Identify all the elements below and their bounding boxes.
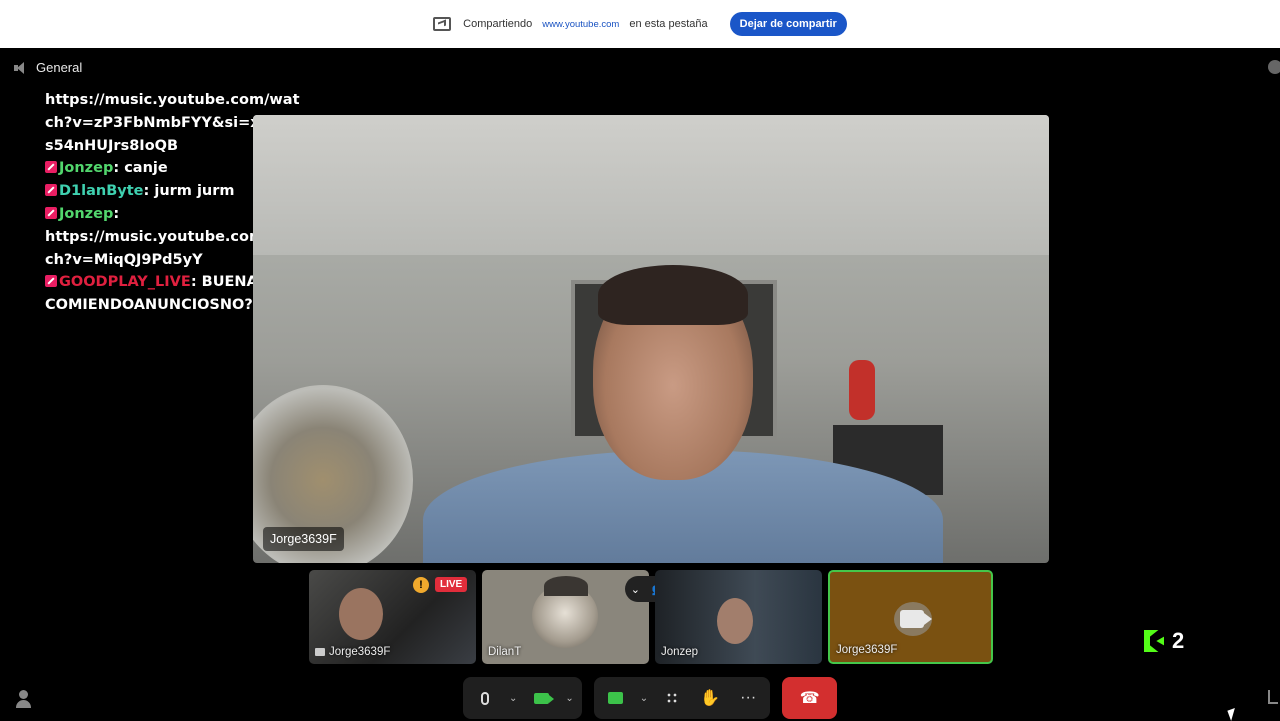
speaker-icon (14, 61, 28, 75)
tile-name-text: Jorge3639F (329, 646, 391, 658)
chat-username: Jonzep (59, 205, 114, 222)
tile-name: Jorge3639F (836, 644, 898, 656)
moderator-badge-icon (45, 206, 57, 219)
moderator-badge-icon (45, 275, 57, 288)
chat-text: https://music.youtube.com/wat (45, 92, 300, 108)
video-camera-icon (533, 692, 554, 704)
voice-channel-header: General (14, 60, 82, 75)
live-badge: LIVE (435, 577, 468, 592)
screen-share-button[interactable] (602, 684, 630, 712)
chat-username: Jonzep (59, 160, 114, 177)
participant-tile[interactable]: DilanT (482, 570, 649, 664)
channel-name: General (36, 60, 83, 75)
viewer-count: 2 (1172, 628, 1185, 653)
moderator-badge-icon (45, 184, 57, 197)
participant-tile-active[interactable]: Jorge3639F (828, 570, 993, 664)
fullscreen-icon[interactable] (1268, 690, 1278, 704)
cat-avatar (532, 576, 598, 648)
soundboard-button[interactable]: ✋ (696, 684, 724, 712)
chevron-down-icon[interactable]: ⌄ (640, 693, 648, 704)
chevron-down-icon[interactable]: ⌄ (509, 693, 517, 704)
warning-icon[interactable]: ! (413, 577, 429, 593)
more-button[interactable]: ··· (734, 684, 762, 712)
screen-share-icon (433, 17, 452, 31)
chevron-down-icon[interactable]: ⌄ (565, 693, 573, 704)
chat-separator: : (143, 183, 155, 200)
hangup-button[interactable]: ☎ (782, 677, 838, 719)
chevron-down-icon[interactable]: ⌄ (631, 583, 640, 596)
chat-text: s54nHUJrs8IoQB (45, 137, 179, 154)
video-person-hair (598, 265, 748, 325)
tab-label: en esta pestaña (629, 18, 708, 30)
participant-name-label: Jorge3639F (263, 527, 344, 551)
video-ceiling (253, 115, 1049, 255)
call-controls: ⌄ ⌄ ⌄ ✋ ··· ☎ (463, 677, 838, 719)
activities-button[interactable] (658, 684, 686, 712)
soundboard-icon: ✋ (700, 690, 721, 707)
video-camera-icon (900, 610, 932, 628)
chat-text: jurm jurm (154, 183, 235, 200)
tile-name: Jonzep (661, 646, 699, 658)
kick-viewer-counter: 2 (1144, 628, 1184, 654)
mic-button[interactable] (471, 684, 499, 712)
chat-username: GOODPLAY_LIVE (59, 274, 191, 291)
mouse-cursor-icon (1227, 707, 1239, 721)
tile-name: DilanT (488, 646, 522, 658)
main-video-feed[interactable]: Jorge3639F (253, 115, 1049, 563)
activities-icon (665, 691, 679, 705)
add-user-icon[interactable] (16, 690, 34, 708)
participant-tile[interactable]: ! LIVE Jorge3639F (309, 570, 476, 664)
screen-share-icon (608, 692, 624, 704)
kick-logo-icon (1144, 630, 1164, 652)
tile-name: Jorge3639F (315, 646, 390, 658)
chat-text: ch?v=zP3FbNmbFYY&si=x- (45, 114, 266, 131)
chat-separator: : (113, 160, 125, 177)
screen-icon (315, 648, 325, 656)
chat-username: D1lanByte (59, 183, 144, 200)
hangup-icon: ☎ (799, 690, 820, 707)
stop-sharing-button[interactable]: Dejar de compartir (729, 12, 847, 36)
participant-tile[interactable]: Jonzep (655, 570, 822, 664)
share-actions-group: ⌄ ✋ ··· (593, 677, 771, 719)
chat-text: canje (124, 160, 168, 177)
tile-person (339, 588, 383, 640)
chat-bubble-icon[interactable] (1268, 60, 1280, 74)
chat-text: ch?v=MiqQJ9Pd5yY (45, 251, 203, 268)
mic-camera-group: ⌄ ⌄ (463, 677, 582, 719)
screen-share-banner: Compartiendo www.youtube.com en esta pes… (0, 0, 1280, 48)
chat-separator: : (190, 274, 202, 291)
chat-text: COMIENDOANUNCIOSNO? (45, 297, 253, 314)
video-toy (849, 360, 875, 420)
sharing-label: Compartiendo (463, 18, 533, 30)
shared-url: www.youtube.com (542, 18, 620, 30)
camera-button[interactable] (527, 684, 555, 712)
chat-message: https://music.youtube.com/wat (45, 89, 300, 112)
microphone-icon (481, 691, 489, 705)
chat-separator: : (113, 205, 120, 222)
tile-person (717, 598, 753, 644)
moderator-badge-icon (45, 161, 57, 174)
